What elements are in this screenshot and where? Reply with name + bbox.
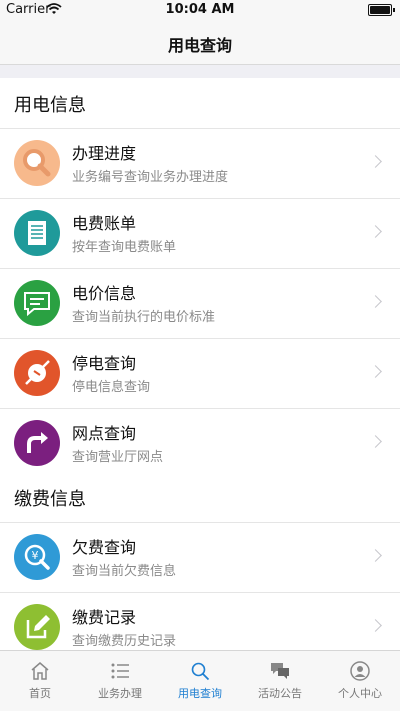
- section-header: 用电信息: [0, 78, 400, 129]
- search-icon: [14, 140, 60, 186]
- chevron-right-icon: [369, 619, 382, 632]
- message-icon: [14, 280, 60, 326]
- item-title: 停电查询: [72, 354, 137, 373]
- item-subtitle: 查询当前欠费信息: [72, 564, 177, 579]
- chevron-right-icon: [369, 155, 382, 168]
- list-item-price[interactable]: 电价信息 查询当前执行的电价标准: [0, 269, 400, 339]
- chevron-right-icon: [369, 549, 382, 562]
- tab-label: 个人中心: [338, 687, 382, 700]
- item-title: 电费账单: [72, 214, 137, 233]
- home-icon: [31, 662, 49, 680]
- section-title: 用电信息: [14, 95, 86, 116]
- section-payment-info: 缴费信息 ¥ 欠费查询 查询当前欠费信息 缴费记录 查询缴费历史记录: [0, 472, 400, 662]
- edit-icon: [14, 604, 60, 650]
- tab-profile[interactable]: 个人中心: [320, 651, 400, 711]
- tab-home[interactable]: 首页: [0, 651, 80, 711]
- tab-label: 业务办理: [98, 687, 142, 700]
- item-subtitle: 停电信息查询: [72, 380, 151, 395]
- item-title: 欠费查询: [72, 538, 137, 557]
- plug-icon: [14, 350, 60, 396]
- status-time: 10:04 AM: [165, 2, 235, 17]
- list-item-outage[interactable]: 停电查询 停电信息查询: [0, 339, 400, 409]
- tab-business[interactable]: 业务办理: [80, 651, 160, 711]
- chevron-right-icon: [369, 295, 382, 308]
- tab-announcements[interactable]: 活动公告: [240, 651, 320, 711]
- list-item-progress[interactable]: 办理进度 业务编号查询业务办理进度: [0, 129, 400, 199]
- section-title: 缴费信息: [14, 489, 86, 510]
- item-title: 缴费记录: [72, 608, 137, 627]
- list-item-arrears[interactable]: ¥ 欠费查询 查询当前欠费信息: [0, 523, 400, 593]
- chevron-right-icon: [369, 225, 382, 238]
- battery-icon: [368, 4, 395, 16]
- section-header: 缴费信息: [0, 472, 400, 523]
- list-item-outlets[interactable]: 网点查询 查询营业厅网点: [0, 409, 400, 479]
- tab-power-query[interactable]: 用电查询: [160, 651, 240, 711]
- user-icon: [350, 661, 370, 681]
- page-title: 用电查询: [167, 36, 232, 55]
- item-title: 电价信息: [72, 284, 137, 303]
- svg-text:¥: ¥: [32, 549, 39, 562]
- chevron-right-icon: [369, 365, 382, 378]
- chevron-right-icon: [369, 435, 382, 448]
- chat-icon: [271, 663, 289, 679]
- list-item-bill[interactable]: 电费账单 按年查询电费账单: [0, 199, 400, 269]
- item-subtitle: 查询当前执行的电价标准: [72, 310, 216, 325]
- list-icon: [111, 663, 129, 679]
- tab-bar: 首页 业务办理 用电查询 活动公告 个人中心: [0, 650, 400, 711]
- tab-label: 用电查询: [178, 687, 222, 700]
- status-bar: Carrier 10:04 AM: [0, 0, 400, 20]
- search-icon: [191, 662, 210, 681]
- tab-label: 首页: [29, 687, 51, 700]
- section-power-info: 用电信息 办理进度 业务编号查询业务办理进度 电费账单 按年查询电费账单 电价信…: [0, 78, 400, 479]
- item-title: 办理进度: [72, 144, 137, 163]
- navigation-bar: 用电查询: [0, 20, 400, 65]
- item-subtitle: 查询营业厅网点: [72, 450, 164, 465]
- item-title: 网点查询: [72, 424, 137, 443]
- item-subtitle: 按年查询电费账单: [72, 240, 177, 255]
- arrow-icon: [14, 420, 60, 466]
- item-subtitle: 查询缴费历史记录: [72, 634, 177, 649]
- tab-label: 活动公告: [258, 687, 302, 700]
- bill-icon: [14, 210, 60, 256]
- yen-search-icon: ¥: [14, 534, 60, 580]
- item-subtitle: 业务编号查询业务办理进度: [72, 170, 229, 185]
